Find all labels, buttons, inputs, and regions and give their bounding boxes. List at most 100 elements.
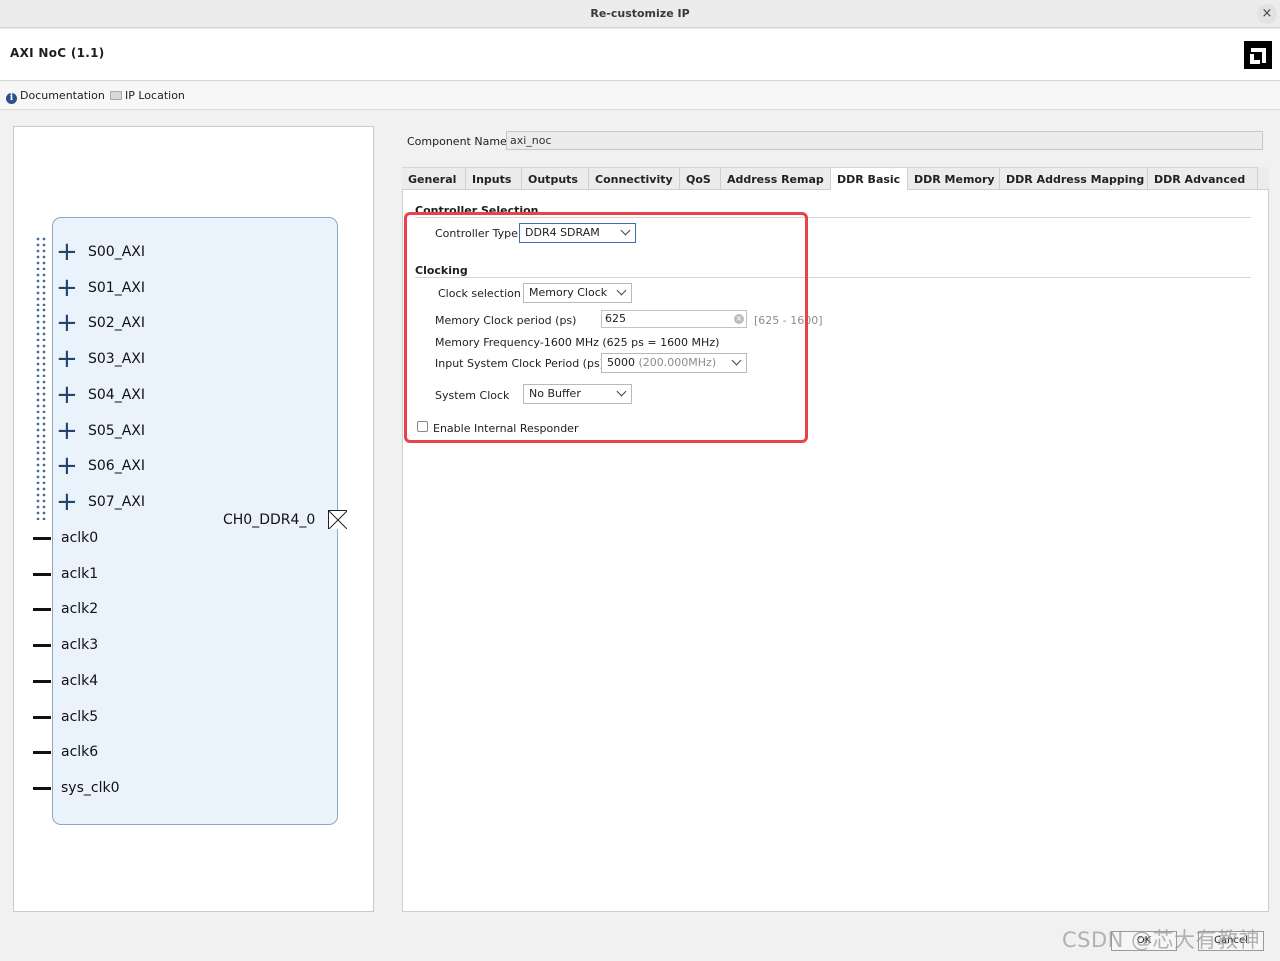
clock-port-pin bbox=[33, 644, 51, 647]
tab-general[interactable]: General bbox=[402, 167, 466, 190]
config-panel: Component Name axi_noc General Inputs Ou… bbox=[394, 112, 1280, 922]
enable-responder-label: Enable Internal Responder bbox=[433, 422, 579, 435]
port-bus-icon bbox=[35, 486, 47, 520]
clock-selection-value: Memory Clock bbox=[529, 286, 608, 299]
folder-icon bbox=[110, 91, 122, 100]
ddr-port-icon[interactable] bbox=[328, 510, 347, 529]
tab-ddr-basic[interactable]: DDR Basic bbox=[831, 167, 908, 191]
tab-outputs[interactable]: Outputs bbox=[522, 167, 589, 190]
slave-port-label: S06_AXI bbox=[88, 458, 145, 474]
clock-port-pin bbox=[33, 716, 51, 719]
ip-location-label: IP Location bbox=[125, 89, 185, 102]
tab-ddr-address-mapping[interactable]: DDR Address Mapping bbox=[1000, 167, 1148, 190]
chevron-down-icon bbox=[616, 386, 627, 397]
expand-port-icon[interactable]: + bbox=[56, 346, 78, 372]
chevron-down-icon bbox=[616, 285, 627, 296]
section-divider bbox=[415, 277, 1251, 278]
documentation-label: Documentation bbox=[20, 89, 105, 102]
clock-selection-label: Clock selection bbox=[438, 287, 521, 300]
slave-port-label: S01_AXI bbox=[88, 280, 145, 296]
watermark: CSDN @芯大有教神 bbox=[1062, 928, 1261, 952]
expand-port-icon[interactable]: + bbox=[56, 489, 78, 515]
clock-port-pin bbox=[33, 787, 51, 790]
tab-ddr-memory[interactable]: DDR Memory bbox=[908, 167, 1000, 190]
ip-header: AXI NoC (1.1) bbox=[0, 29, 1280, 81]
input-system-clock-label: Input System Clock Period (ps) bbox=[435, 357, 604, 370]
clock-port-label: aclk4 bbox=[61, 673, 99, 689]
port-bus-icon bbox=[35, 415, 47, 449]
clock-selection-select[interactable]: Memory Clock bbox=[523, 283, 632, 303]
clock-port-label: aclk2 bbox=[61, 601, 99, 617]
tab-connectivity[interactable]: Connectivity bbox=[589, 167, 680, 190]
port-bus-icon bbox=[35, 272, 47, 306]
clock-port-label: sys_clk0 bbox=[61, 780, 120, 796]
system-clock-value: No Buffer bbox=[529, 387, 581, 400]
memory-clock-period-input[interactable]: 625 × bbox=[601, 310, 747, 328]
ip-location-link[interactable]: IP Location bbox=[110, 89, 185, 102]
slave-port-label: S05_AXI bbox=[88, 423, 145, 439]
component-name-label: Component Name bbox=[407, 135, 507, 148]
slave-port-label: S03_AXI bbox=[88, 351, 145, 367]
slave-port-label: S02_AXI bbox=[88, 315, 145, 331]
controller-selection-heading: Controller Selection bbox=[415, 204, 539, 217]
memory-clock-period-range: [625 - 1600] bbox=[754, 314, 823, 327]
info-icon: i bbox=[6, 93, 17, 104]
clock-port-label: aclk5 bbox=[61, 709, 99, 725]
tab-bar: General Inputs Outputs Connectivity QoS … bbox=[402, 167, 1269, 191]
clock-port-label: aclk1 bbox=[61, 566, 99, 582]
documentation-link[interactable]: i Documentation bbox=[6, 89, 105, 104]
expand-port-icon[interactable]: + bbox=[56, 310, 78, 336]
expand-port-icon[interactable]: + bbox=[56, 275, 78, 301]
input-system-clock-hint: (200.000MHz) bbox=[638, 356, 717, 369]
memory-clock-period-value: 625 bbox=[605, 312, 626, 325]
tab-inputs[interactable]: Inputs bbox=[466, 167, 522, 190]
expand-port-icon[interactable]: + bbox=[56, 239, 78, 265]
chevron-down-icon bbox=[731, 355, 742, 366]
chevron-down-icon bbox=[620, 225, 631, 236]
slave-port-label: S04_AXI bbox=[88, 387, 145, 403]
tab-address-remap[interactable]: Address Remap bbox=[721, 167, 831, 190]
window-title: Re-customize IP bbox=[590, 7, 690, 20]
input-system-clock-value: 5000 bbox=[607, 356, 635, 369]
controller-type-label: Controller Type bbox=[435, 227, 518, 240]
slave-port-label: S00_AXI bbox=[88, 244, 145, 260]
ddr-port-label: CH0_DDR4_0 bbox=[223, 512, 316, 528]
ip-symbol-panel: + S00_AXI + S01_AXI + S02_AXI + S03_AXI + S04_AXI… bbox=[13, 126, 374, 912]
clock-port-label: aclk6 bbox=[61, 744, 99, 760]
window-titlebar: Re-customize IP × bbox=[0, 0, 1280, 28]
clock-port-label: aclk0 bbox=[61, 530, 99, 546]
enable-responder-checkbox[interactable] bbox=[417, 421, 428, 432]
system-clock-select[interactable]: No Buffer bbox=[523, 384, 632, 404]
clock-port-pin bbox=[33, 751, 51, 754]
system-clock-label: System Clock bbox=[435, 389, 510, 402]
controller-type-select[interactable]: DDR4 SDRAM bbox=[519, 223, 636, 243]
component-name-input[interactable]: axi_noc bbox=[506, 131, 1263, 150]
clocking-heading: Clocking bbox=[415, 264, 468, 277]
ddr-basic-tab-content: Controller Selection Controller Type DDR… bbox=[402, 190, 1269, 912]
memory-frequency-text: Memory Frequency-1600 MHz (625 ps = 1600… bbox=[435, 336, 720, 349]
tab-qos[interactable]: QoS bbox=[680, 167, 721, 190]
ip-name: AXI NoC (1.1) bbox=[10, 46, 105, 60]
port-bus-icon bbox=[35, 236, 47, 270]
close-icon[interactable]: × bbox=[1257, 4, 1277, 24]
clear-icon[interactable]: × bbox=[734, 314, 744, 324]
port-bus-icon bbox=[35, 379, 47, 413]
clock-port-pin bbox=[33, 680, 51, 683]
input-system-clock-select[interactable]: 5000 (200.000MHz) bbox=[601, 353, 747, 373]
clock-port-pin bbox=[33, 608, 51, 611]
port-bus-icon bbox=[35, 343, 47, 377]
port-bus-icon bbox=[35, 450, 47, 484]
expand-port-icon[interactable]: + bbox=[56, 418, 78, 444]
slave-port-label: S07_AXI bbox=[88, 494, 145, 510]
expand-port-icon[interactable]: + bbox=[56, 382, 78, 408]
port-bus-icon bbox=[35, 307, 47, 341]
clock-port-label: aclk3 bbox=[61, 637, 99, 653]
controller-type-value: DDR4 SDRAM bbox=[525, 226, 600, 239]
memory-clock-period-label: Memory Clock period (ps) bbox=[435, 314, 577, 327]
doc-toolbar: i Documentation IP Location bbox=[0, 82, 1280, 110]
expand-port-icon[interactable]: + bbox=[56, 453, 78, 479]
clock-port-pin bbox=[33, 573, 51, 576]
amd-logo-icon bbox=[1244, 41, 1272, 69]
tab-ddr-advanced[interactable]: DDR Advanced bbox=[1148, 167, 1258, 190]
section-divider bbox=[415, 217, 1251, 218]
